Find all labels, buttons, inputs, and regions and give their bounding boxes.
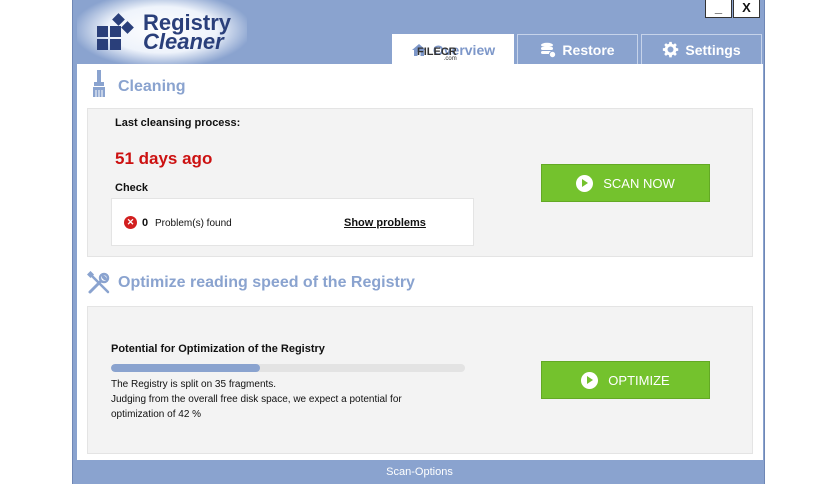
optimization-progress-fill xyxy=(111,364,260,372)
optimization-progress xyxy=(111,364,465,372)
tools-icon xyxy=(87,271,110,294)
tab-settings-label: Settings xyxy=(685,41,741,58)
error-icon: ✕ xyxy=(124,216,137,229)
brush-icon xyxy=(93,70,105,97)
show-problems-link[interactable]: Show problems xyxy=(344,217,426,229)
app-window: Registry Cleaner _ X Overview FILECR .co… xyxy=(72,0,765,484)
tab-settings[interactable]: Settings xyxy=(641,34,762,64)
play-icon xyxy=(576,174,594,192)
cleaning-panel: Last cleansing process: 51 days ago Chec… xyxy=(87,108,753,257)
problems-text: Problem(s) found xyxy=(155,218,232,229)
database-icon xyxy=(541,42,557,58)
optimize-description: The Registry is split on 35 fragments. J… xyxy=(111,377,402,422)
scan-now-button[interactable]: SCAN NOW xyxy=(541,164,710,202)
watermark: FILECR .com xyxy=(417,46,457,62)
problems-count: 0 xyxy=(142,217,149,229)
last-cleansing-label: Last cleansing process: xyxy=(115,117,241,129)
play-icon xyxy=(581,371,599,389)
last-cleansing-value: 51 days ago xyxy=(115,149,213,168)
registry-logo-icon xyxy=(97,13,134,50)
gear-icon xyxy=(663,41,679,58)
optimize-panel: Potential for Optimization of the Regist… xyxy=(87,306,753,454)
app-title-line2: Cleaner xyxy=(143,29,224,54)
close-button[interactable]: X xyxy=(733,0,760,18)
potential-label: Potential for Optimization of the Regist… xyxy=(111,343,325,355)
optimize-title: Optimize reading speed of the Registry xyxy=(118,274,415,291)
cleaning-title: Cleaning xyxy=(118,78,186,95)
app-title: Registry Cleaner xyxy=(143,12,231,54)
optimize-button[interactable]: OPTIMIZE xyxy=(541,361,710,399)
optimize-line2: Judging from the overall free disk space… xyxy=(111,394,402,405)
check-label: Check xyxy=(115,182,149,194)
tab-restore-label: Restore xyxy=(562,41,615,58)
scan-options-button[interactable]: Scan-Options xyxy=(363,460,476,484)
main-content: Cleaning Last cleansing process: 51 days… xyxy=(77,64,763,460)
check-result-box: ✕ 0 Problem(s) found Show problems xyxy=(111,198,474,246)
optimize-button-label: OPTIMIZE xyxy=(608,372,670,388)
optimize-line3: optimization of 42 % xyxy=(111,409,202,420)
tab-restore[interactable]: Restore xyxy=(517,34,638,64)
minimize-button[interactable]: _ xyxy=(705,0,732,18)
scan-now-label: SCAN NOW xyxy=(603,175,675,191)
optimize-line1: The Registry is split on 35 fragments. xyxy=(111,379,277,390)
